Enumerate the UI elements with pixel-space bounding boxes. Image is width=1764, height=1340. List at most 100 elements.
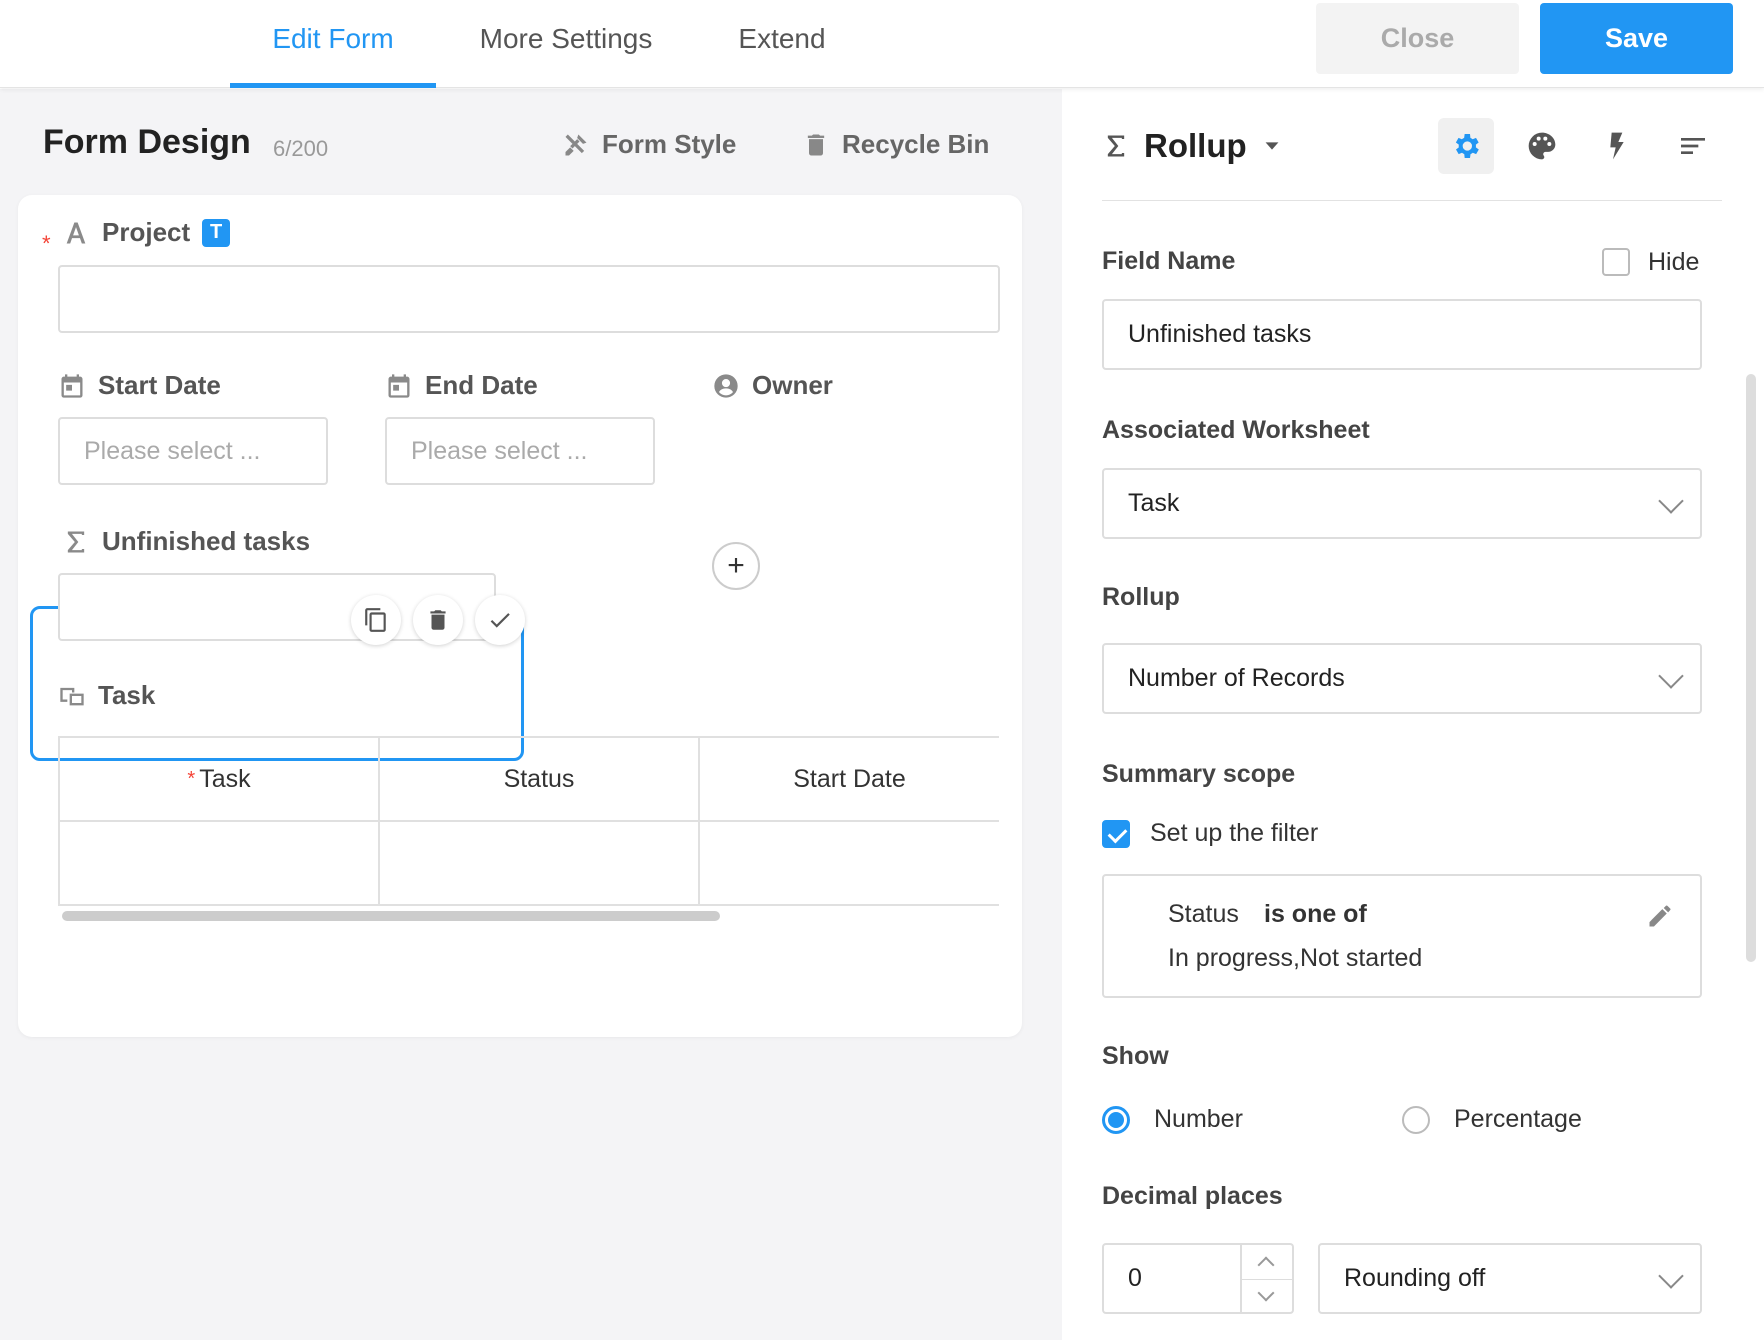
action-tab[interactable] — [1589, 118, 1645, 174]
style-tab[interactable] — [1514, 118, 1570, 174]
lightning-icon — [1610, 132, 1624, 160]
tab-extend[interactable]: Extend — [718, 0, 846, 88]
table-header-cell: Start Date — [700, 738, 999, 822]
hide-label: Hide — [1648, 248, 1700, 276]
decrement-button[interactable] — [1240, 1278, 1292, 1313]
divider — [1102, 200, 1722, 201]
show-number-radio[interactable] — [1102, 1106, 1130, 1134]
field-settings-panel: Rollup Field Name Hide Unfinished tasks … — [1062, 89, 1764, 1340]
field-label-project: Project T — [62, 217, 231, 248]
field-label-owner: Owner — [712, 370, 833, 401]
sigma-icon — [67, 531, 85, 552]
delete-field-button[interactable] — [413, 595, 463, 645]
chevron-down-icon — [1658, 662, 1684, 689]
description-tab[interactable] — [1665, 118, 1721, 174]
filter-checkbox[interactable] — [1102, 820, 1130, 848]
copy-field-button[interactable] — [351, 595, 401, 645]
add-owner-button[interactable]: + — [712, 542, 760, 590]
close-button[interactable]: Close — [1316, 3, 1519, 74]
page-title: Form Design — [43, 123, 251, 161]
rollup-value: Number of Records — [1128, 664, 1345, 692]
pencil-icon[interactable] — [1646, 902, 1674, 930]
trash-icon — [430, 610, 446, 630]
recycle-bin-label: Recycle Bin — [842, 129, 990, 159]
text-field-icon — [66, 222, 86, 243]
show-percentage-label: Percentage — [1454, 1105, 1582, 1133]
field-label-start-date: Start Date — [58, 370, 221, 401]
table-cell[interactable] — [700, 822, 999, 906]
form-style-button[interactable]: Form Style — [562, 129, 736, 160]
hide-checkbox[interactable] — [1602, 248, 1630, 276]
sigma-icon — [1107, 135, 1125, 157]
confirm-field-button[interactable] — [475, 595, 525, 645]
rollup-label: Rollup — [1102, 583, 1180, 611]
associated-worksheet-select[interactable]: Task — [1102, 468, 1702, 539]
task-label: Task — [98, 680, 156, 710]
tab-edit-form[interactable]: Edit Form — [230, 0, 436, 88]
unfinished-tasks-label: Unfinished tasks — [102, 526, 311, 556]
panel-scrollbar[interactable] — [1746, 374, 1756, 962]
task-subtable: * Task Status Start Date — [58, 736, 999, 906]
chevron-down-icon — [1658, 1262, 1684, 1289]
tools-icon — [565, 134, 587, 155]
filter-checkbox-label: Set up the filter — [1150, 819, 1319, 847]
start-date-picker[interactable]: Please select ... — [58, 417, 328, 485]
field-label-end-date: End Date — [385, 370, 538, 401]
table-header-cell: Status — [380, 738, 700, 822]
required-mark: * — [187, 767, 196, 790]
decimal-places-label: Decimal places — [1102, 1182, 1283, 1210]
form-card: * Project T Start Date Please select ...… — [18, 195, 1022, 1037]
user-circle-icon — [714, 373, 738, 398]
show-label: Show — [1102, 1042, 1169, 1070]
field-toolbar — [351, 595, 525, 645]
project-input[interactable] — [58, 265, 1000, 333]
chevron-down-icon — [1257, 1284, 1275, 1302]
table-header-row: * Task Status Start Date — [60, 738, 999, 822]
filter-condition-box[interactable]: Status is one of In progress,Not started — [1102, 874, 1702, 998]
field-count: 6/200 — [273, 136, 329, 161]
gear-icon — [1455, 134, 1479, 158]
top-bar: Edit Form More Settings Extend Close Sav… — [0, 0, 1764, 88]
increment-button[interactable] — [1240, 1245, 1292, 1279]
associated-worksheet-value: Task — [1128, 489, 1180, 517]
subtable-scrollbar[interactable] — [62, 911, 720, 921]
show-percentage-radio[interactable] — [1402, 1106, 1430, 1134]
decimal-stepper[interactable] — [1240, 1243, 1294, 1314]
tab-more-settings[interactable]: More Settings — [460, 0, 672, 88]
form-style-label: Form Style — [602, 129, 737, 159]
save-button[interactable]: Save — [1540, 3, 1733, 74]
field-label-task: Task — [58, 680, 155, 711]
start-date-label: Start Date — [98, 370, 221, 400]
project-label: Project — [102, 217, 191, 247]
filter-values: In progress,Not started — [1168, 944, 1423, 972]
field-name-input[interactable]: Unfinished tasks — [1102, 299, 1702, 370]
title-field-badge: T — [202, 218, 231, 247]
chevron-up-icon — [1257, 1256, 1275, 1274]
form-design-area: Form Design 6/200 Form Style Recycle Bin… — [0, 89, 1062, 1340]
field-label-unfinished-tasks: Unfinished tasks — [62, 526, 310, 557]
check-icon — [490, 613, 510, 628]
field-name-label: Field Name — [1102, 247, 1236, 275]
associated-worksheet-label: Associated Worksheet — [1102, 416, 1370, 444]
subtable-icon — [60, 687, 84, 705]
caret-down-icon — [1265, 142, 1279, 150]
copy-icon — [365, 608, 386, 632]
table-cell[interactable] — [380, 822, 700, 906]
recycle-bin-button[interactable]: Recycle Bin — [802, 129, 989, 160]
decimal-places-input[interactable]: 0 — [1102, 1243, 1242, 1314]
rollup-select[interactable]: Number of Records — [1102, 643, 1702, 714]
end-date-label: End Date — [425, 370, 538, 400]
end-date-picker[interactable]: Please select ... — [385, 417, 655, 485]
table-row — [60, 822, 999, 906]
field-type-selector[interactable]: Rollup — [1102, 127, 1283, 165]
chevron-down-icon — [1658, 487, 1684, 514]
show-number-label: Number — [1154, 1105, 1243, 1133]
lines-icon — [1681, 138, 1705, 154]
calendar-icon — [61, 373, 83, 398]
settings-tab[interactable] — [1438, 118, 1494, 174]
table-cell[interactable] — [60, 822, 380, 906]
calendar-icon — [388, 373, 410, 398]
rounding-select[interactable]: Rounding off — [1318, 1243, 1702, 1314]
owner-label: Owner — [752, 370, 833, 400]
trash-icon — [807, 134, 825, 155]
